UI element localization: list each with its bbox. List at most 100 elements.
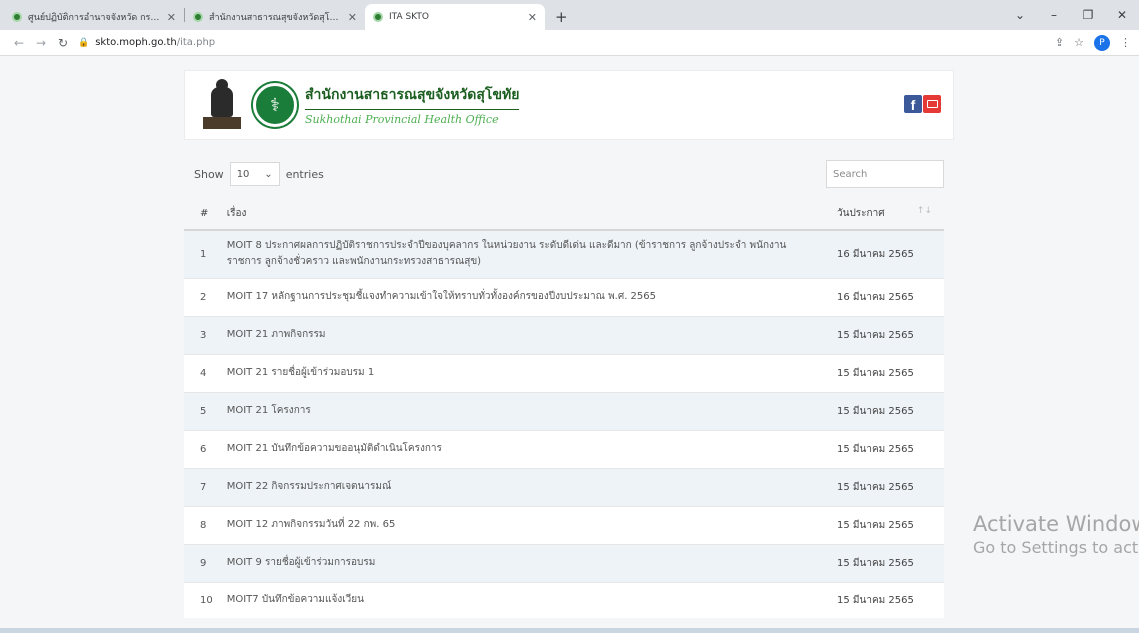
sort-icon: ↑↓ — [916, 206, 932, 216]
column-header-num[interactable]: # — [184, 198, 213, 231]
row-title-link[interactable]: MOIT 9 รายชื่อผู้เข้าร่วมการอบรม — [212, 543, 829, 582]
table-row[interactable]: 4 MOIT 21 รายชื่อผู้เข้าร่วมอบรม 1 15 มี… — [184, 353, 944, 392]
restore-icon[interactable]: ❐ — [1071, 8, 1105, 22]
row-title-link[interactable]: MOIT 12 ภาพกิจกรรมวันที่ 22 กพ. 65 — [212, 505, 829, 544]
back-icon[interactable]: ← — [8, 36, 30, 50]
entries-label: entries — [285, 167, 324, 181]
row-title-link[interactable]: MOIT 21 ภาพกิจกรรม — [212, 315, 829, 354]
row-title-link[interactable]: MOIT 21 บันทึกข้อความขออนุมัติดำเนินโครง… — [212, 429, 829, 468]
moph-emblem-icon: ⚕ — [253, 83, 297, 127]
search-input[interactable] — [826, 160, 944, 188]
table-row[interactable]: 1 MOIT 8 ประกาศผลการปฏิบัติราชการประจำปี… — [184, 229, 944, 278]
minimize-icon[interactable]: – — [1037, 8, 1071, 22]
tab-title: ศูนย์ปฏิบัติการอำนาจจังหวัด กระทรวงสาธาร… — [28, 13, 161, 23]
social-links: f — [904, 95, 941, 113]
table-row[interactable]: 10 MOIT7 บันทึกข้อความแจ้งเวียน 15 มีนาค… — [184, 581, 944, 618]
page-length-value: 10 — [236, 168, 250, 180]
site-favicon-icon — [193, 12, 203, 22]
row-title-link[interactable]: MOIT 8 ประกาศผลการปฏิบัติราชการประจำปีขอ… — [212, 229, 829, 278]
watermark-line-2: Go to Settings to activate Windows. — [973, 538, 1139, 557]
row-title-link[interactable]: MOIT 21 รายชื่อผู้เข้าร่วมอบรม 1 — [212, 353, 829, 392]
more-menu-icon[interactable]: ⋮ — [1120, 36, 1131, 49]
row-date: 15 มีนาคม 2565 — [829, 429, 944, 468]
row-title-link[interactable]: MOIT 21 โครงการ — [212, 391, 829, 430]
facebook-icon[interactable]: f — [904, 95, 922, 113]
row-date: 15 มีนาคม 2565 — [829, 391, 944, 430]
org-name-english: Sukhothai Provincial Health Office — [305, 113, 499, 126]
window-controls: ⌄ – ❐ ✕ — [1003, 0, 1139, 30]
table-row[interactable]: 8 MOIT 12 ภาพกิจกรรมวันที่ 22 กพ. 65 15 … — [184, 505, 944, 544]
watermark-line-1: Activate Windows — [973, 512, 1139, 536]
row-num: 9 — [184, 543, 213, 582]
tab-title: ITA SKTO — [389, 12, 429, 22]
row-date: 15 มีนาคม 2565 — [829, 543, 944, 582]
table-row[interactable]: 3 MOIT 21 ภาพกิจกรรม 15 มีนาคม 2565 — [184, 315, 944, 354]
url-host: skto.moph.go.th — [95, 37, 177, 48]
browser-tab-2[interactable]: สำนักงานสาธารณสุขจังหวัดสุโขทัย ✕ — [185, 4, 365, 30]
browser-toolbar: ← → ↻ 🔒 skto.moph.go.th/ita.php ⇪ ☆ P ⋮ — [0, 30, 1139, 56]
bookmark-star-icon[interactable]: ☆ — [1074, 36, 1084, 49]
row-num: 7 — [184, 467, 213, 506]
table-row[interactable]: 5 MOIT 21 โครงการ 15 มีนาคม 2565 — [184, 391, 944, 430]
window-close-icon[interactable]: ✕ — [1105, 8, 1139, 22]
site-header: ⚕ สำนักงานสาธารณสุขจังหวัดสุโขทัย Sukhot… — [184, 70, 954, 140]
row-date: 15 มีนาคม 2565 — [829, 505, 944, 544]
row-title-link[interactable]: MOIT 22 กิจกรรมประกาศเจตนารมณ์ — [212, 467, 829, 506]
row-num: 6 — [184, 429, 213, 468]
forward-icon[interactable]: → — [30, 36, 52, 50]
announcements-table: # เรื่อง วันประกาศ ↑↓ 1 MOIT 8 ประกาศผลกา… — [184, 198, 944, 618]
site-favicon-icon — [373, 12, 383, 22]
show-label: Show — [194, 167, 224, 181]
activate-windows-watermark: Activate Windows Go to Settings to activ… — [973, 512, 1139, 557]
tab-title: สำนักงานสาธารณสุขจังหวัดสุโขทัย — [209, 13, 342, 23]
browser-tab-3-active[interactable]: ITA SKTO ✕ — [365, 4, 545, 30]
column-header-title[interactable]: เรื่อง — [212, 198, 829, 231]
chevron-down-icon: ⌄ — [264, 168, 273, 180]
row-date: 15 มีนาคม 2565 — [829, 315, 944, 354]
profile-avatar[interactable]: P — [1094, 34, 1110, 51]
page-container: ⚕ สำนักงานสาธารณสุขจังหวัดสุโขทัย Sukhot… — [184, 70, 954, 633]
page-length-control: Show 10 ⌄ entries — [194, 162, 324, 186]
address-bar[interactable]: 🔒 skto.moph.go.th/ita.php — [78, 33, 1055, 53]
row-date: 15 มีนาคม 2565 — [829, 467, 944, 506]
row-date: 15 มีนาคม 2565 — [829, 353, 944, 392]
table-header-row: # เรื่อง วันประกาศ ↑↓ — [184, 198, 944, 231]
table-row[interactable]: 2 MOIT 17 หลักฐานการประชุมชี้แจงทำความเข… — [184, 277, 944, 316]
site-favicon-icon — [12, 12, 22, 22]
table-row[interactable]: 6 MOIT 21 บันทึกข้อความขออนุมัติดำเนินโค… — [184, 429, 944, 468]
row-title-link[interactable]: MOIT 17 หลักฐานการประชุมชี้แจงทำความเข้า… — [212, 277, 829, 316]
url-path: /ita.php — [176, 37, 216, 48]
row-num: 2 — [184, 277, 213, 316]
lock-icon[interactable]: 🔒 — [78, 38, 89, 48]
row-num: 5 — [184, 391, 213, 430]
column-header-date[interactable]: วันประกาศ ↑↓ — [829, 198, 944, 231]
column-header-date-label: วันประกาศ — [837, 208, 885, 219]
row-date: 16 มีนาคม 2565 — [829, 229, 944, 278]
row-title-link[interactable]: MOIT7 บันทึกข้อความแจ้งเวียน — [212, 581, 829, 618]
browser-tab-1[interactable]: ศูนย์ปฏิบัติการอำนาจจังหวัด กระทรวงสาธาร… — [4, 4, 184, 30]
row-num: 4 — [184, 353, 213, 392]
org-name-thai: สำนักงานสาธารณสุขจังหวัดสุโขทัย — [305, 84, 520, 110]
row-num: 10 — [184, 581, 213, 618]
tab-close-icon[interactable]: ✕ — [348, 11, 357, 24]
row-num: 1 — [184, 229, 213, 278]
page-viewport: ⚕ สำนักงานสาธารณสุขจังหวัดสุโขทัย Sukhot… — [0, 56, 1139, 633]
table-row[interactable]: 9 MOIT 9 รายชื่อผู้เข้าร่วมการอบรม 15 มี… — [184, 543, 944, 582]
email-icon[interactable] — [923, 95, 941, 113]
reload-icon[interactable]: ↻ — [52, 36, 74, 50]
tab-search-icon[interactable]: ⌄ — [1003, 8, 1037, 22]
tab-close-icon[interactable]: ✕ — [528, 11, 537, 24]
tab-close-icon[interactable]: ✕ — [167, 11, 176, 24]
page-length-select[interactable]: 10 ⌄ — [229, 162, 280, 186]
bottom-scroll-strip — [0, 628, 1139, 633]
browser-tab-bar: ศูนย์ปฏิบัติการอำนาจจังหวัด กระทรวงสาธาร… — [0, 0, 1139, 30]
table-row[interactable]: 7 MOIT 22 กิจกรรมประกาศเจตนารมณ์ 15 มีนา… — [184, 467, 944, 506]
toolbar-actions: ⇪ ☆ P ⋮ — [1055, 34, 1131, 51]
statue-logo-icon — [199, 79, 245, 131]
share-icon[interactable]: ⇪ — [1055, 36, 1064, 49]
row-date: 16 มีนาคม 2565 — [829, 277, 944, 316]
org-title: สำนักงานสาธารณสุขจังหวัดสุโขทัย Sukhotha… — [305, 84, 520, 126]
new-tab-button[interactable]: + — [545, 4, 578, 30]
row-num: 8 — [184, 505, 213, 544]
row-date: 15 มีนาคม 2565 — [829, 581, 944, 618]
